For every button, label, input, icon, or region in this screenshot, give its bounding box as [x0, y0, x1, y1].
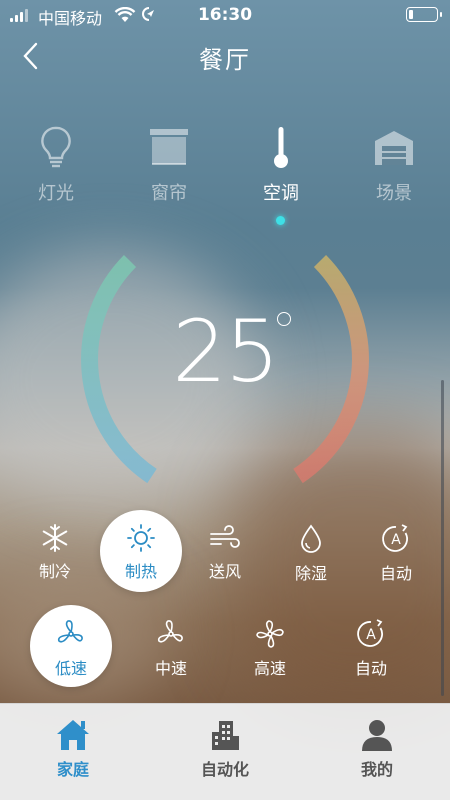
mode-heat-button[interactable]: 制热 [100, 510, 182, 592]
snowflake-icon [42, 524, 68, 552]
category-lighting[interactable]: 灯光 [11, 125, 101, 205]
auto-icon: A [357, 619, 383, 647]
garage-icon [375, 131, 413, 165]
speed-medium-button[interactable]: 中速 [130, 605, 212, 687]
speed-label: 自动 [354, 659, 387, 678]
tab-label: 自动化 [200, 760, 249, 779]
bottom-tab-bar: 家庭 自动化 我的 [0, 703, 450, 800]
clock-time: 16:30 [197, 5, 253, 25]
category-label: 灯光 [38, 183, 74, 204]
auto-icon: A [382, 524, 408, 552]
status-bar: 中国移动 16:30 [0, 0, 450, 30]
mode-selector: 制冷 制热 送风 除湿 A 自动 [0, 510, 450, 600]
fan-icon [57, 620, 83, 643]
user-icon [362, 720, 392, 751]
category-curtain[interactable]: 窗帘 [124, 125, 214, 205]
mode-cool-button[interactable]: 制冷 [14, 510, 96, 592]
speed-label: 低速 [54, 659, 87, 678]
active-category-indicator [276, 216, 285, 225]
battery-icon [406, 7, 442, 22]
tab-home[interactable]: 家庭 [18, 718, 128, 780]
speed-low-button[interactable]: 低速 [30, 605, 112, 687]
speed-high-button[interactable]: 高速 [229, 605, 311, 687]
svg-text:A: A [366, 627, 376, 643]
tab-label: 我的 [360, 760, 393, 779]
bulb-icon [41, 126, 71, 168]
fan-icon [256, 620, 284, 648]
fan-speed-selector: 低速 中速 高速 A 自动 [0, 605, 450, 695]
droplet-icon [301, 524, 321, 553]
mode-label: 制冷 [38, 562, 71, 581]
sun-icon [127, 524, 155, 552]
fan-icon [157, 620, 183, 643]
degree-symbol [277, 312, 291, 326]
temperature-value: 25 [172, 302, 279, 402]
home-icon [57, 720, 89, 750]
tab-profile[interactable]: 我的 [322, 718, 432, 780]
wind-icon [210, 525, 240, 548]
thermometer-icon [274, 127, 288, 168]
tab-automation[interactable]: 自动化 [170, 718, 280, 780]
mode-label: 制热 [124, 562, 157, 581]
mode-fan-button[interactable]: 送风 [184, 510, 266, 592]
scrollbar[interactable] [441, 380, 444, 696]
page-title: 餐厅 [199, 46, 251, 74]
speed-label: 高速 [253, 659, 286, 678]
category-ac[interactable]: 空调 [236, 125, 326, 205]
mode-auto-button[interactable]: A 自动 [355, 510, 437, 592]
speed-auto-button[interactable]: A 自动 [330, 605, 412, 687]
category-label: 场景 [376, 183, 412, 204]
building-icon [212, 721, 239, 750]
tab-label: 家庭 [56, 760, 89, 779]
mode-label: 自动 [379, 564, 412, 583]
svg-text:A: A [391, 532, 401, 548]
mode-label: 送风 [208, 562, 241, 581]
category-label: 窗帘 [151, 183, 187, 204]
mode-label: 除湿 [294, 564, 327, 583]
category-label: 空调 [263, 183, 299, 204]
category-nav: 灯光 窗帘 空调 场景 [0, 125, 450, 235]
mode-dry-button[interactable]: 除湿 [270, 510, 352, 592]
curtain-icon [150, 129, 188, 165]
category-scene[interactable]: 场景 [349, 125, 439, 205]
speed-label: 中速 [154, 659, 187, 678]
